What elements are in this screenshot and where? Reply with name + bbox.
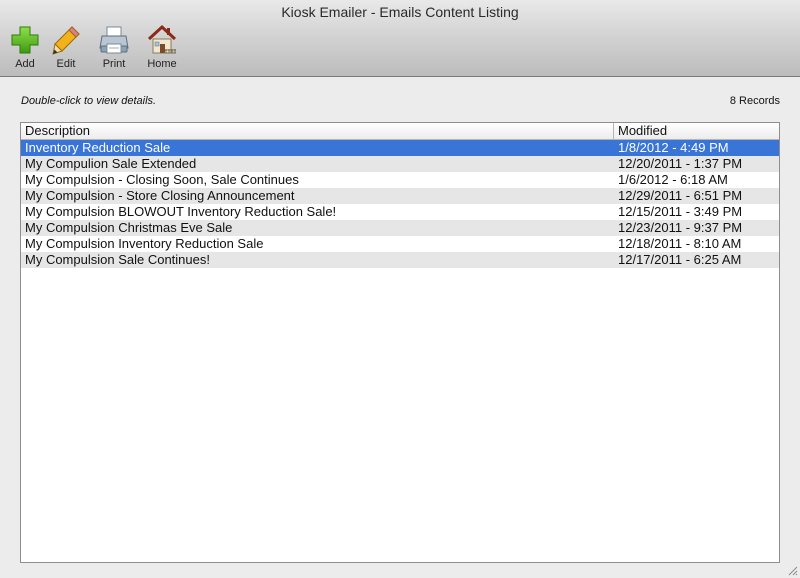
resize-grip-icon[interactable] bbox=[786, 564, 798, 576]
cell-description: My Compulsion Inventory Reduction Sale bbox=[25, 236, 264, 251]
print-label: Print bbox=[102, 58, 126, 70]
house-icon bbox=[147, 24, 177, 54]
add-button[interactable]: Add bbox=[3, 24, 47, 74]
emails-list[interactable]: Description Modified Inventory Reduction… bbox=[20, 122, 780, 563]
table-row[interactable]: Inventory Reduction Sale 1/8/2012 - 4:49 … bbox=[21, 140, 779, 156]
print-button[interactable]: Print bbox=[92, 24, 136, 74]
cell-description: Inventory Reduction Sale bbox=[25, 140, 171, 155]
pencil-icon bbox=[52, 26, 80, 55]
edit-button[interactable]: Edit bbox=[44, 24, 88, 74]
cell-description: My Compulsion - Closing Soon, Sale Conti… bbox=[25, 172, 299, 187]
toolbar: Kiosk Emailer - Emails Content Listing A… bbox=[0, 0, 800, 77]
cell-modified: 12/18/2011 - 8:10 AM bbox=[618, 236, 742, 251]
cell-description: My Compulion Sale Extended bbox=[25, 156, 197, 171]
record-count: 8 Records bbox=[729, 95, 780, 107]
table-row[interactable]: My Compulsion BLOWOUT Inventory Reductio… bbox=[21, 204, 779, 220]
app-window: Kiosk Emailer - Emails Content Listing A… bbox=[0, 0, 800, 578]
table-row[interactable]: My Compulsion - Closing Soon, Sale Conti… bbox=[21, 172, 779, 188]
cell-modified: 12/29/2011 - 6:51 PM bbox=[618, 188, 743, 203]
hint-text: Double-click to view details. bbox=[21, 95, 157, 107]
cell-description: My Compulsion BLOWOUT Inventory Reductio… bbox=[25, 204, 337, 219]
table-row[interactable]: My Compulsion Sale Continues! 12/17/2011 … bbox=[21, 252, 779, 268]
list-header: Description Modified bbox=[21, 123, 779, 140]
cell-modified: 1/6/2012 - 6:18 AM bbox=[618, 172, 728, 187]
cell-modified: 1/8/2012 - 4:49 PM bbox=[618, 140, 729, 155]
cell-description: My Compulsion Christmas Eve Sale bbox=[25, 220, 233, 235]
table-row[interactable]: My Compulsion Inventory Reduction Sale 12… bbox=[21, 236, 779, 252]
window-title: Kiosk Emailer - Emails Content Listing bbox=[281, 4, 519, 20]
cell-description: My Compulsion - Store Closing Announceme… bbox=[25, 188, 295, 203]
cell-modified: 12/15/2011 - 3:49 PM bbox=[618, 204, 743, 219]
plus-icon bbox=[11, 26, 39, 54]
column-header-modified[interactable]: Modified bbox=[613, 123, 667, 139]
edit-label: Edit bbox=[56, 58, 76, 70]
add-label: Add bbox=[15, 58, 35, 70]
table-row[interactable]: My Compulsion Christmas Eve Sale 12/23/20… bbox=[21, 220, 779, 236]
table-row[interactable]: My Compulsion - Store Closing Announceme… bbox=[21, 188, 779, 204]
home-label: Home bbox=[147, 58, 177, 70]
printer-icon bbox=[99, 26, 129, 54]
column-header-description[interactable]: Description bbox=[25, 123, 90, 139]
cell-modified: 12/20/2011 - 1:37 PM bbox=[618, 156, 743, 171]
cell-modified: 12/23/2011 - 9:37 PM bbox=[618, 220, 743, 235]
home-button[interactable]: Home bbox=[140, 24, 184, 74]
cell-modified: 12/17/2011 - 6:25 AM bbox=[618, 252, 742, 267]
table-row[interactable]: My Compulion Sale Extended 12/20/2011 - 1… bbox=[21, 156, 779, 172]
list-body: Inventory Reduction Sale 1/8/2012 - 4:49 … bbox=[21, 140, 779, 268]
cell-description: My Compulsion Sale Continues! bbox=[25, 252, 210, 267]
